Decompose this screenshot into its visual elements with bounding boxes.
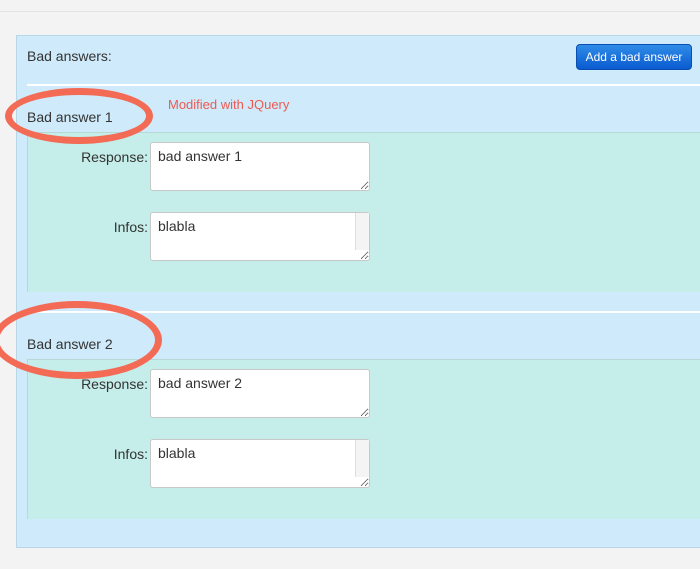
section-divider <box>27 84 700 86</box>
infos-scrollbar[interactable] <box>355 440 369 477</box>
bad-answer-2-response-input[interactable] <box>150 369 370 418</box>
response-label: Response: <box>81 149 148 165</box>
bad-answer-1-infos-input[interactable] <box>150 212 370 261</box>
bad-answer-1-response-input[interactable] <box>150 142 370 191</box>
bad-answer-1-fields: Response: Infos: <box>27 132 700 292</box>
infos-scrollbar[interactable] <box>355 213 369 250</box>
bad-answer-2-fields: Response: Infos: <box>27 359 700 519</box>
bad-answer-2-title: Bad answer 2 <box>27 336 113 352</box>
bad-answer-1-title: Bad answer 1 <box>27 109 113 125</box>
bad-answer-2-infos-input[interactable] <box>150 439 370 488</box>
response-label: Response: <box>81 376 148 392</box>
panel-title: Bad answers: <box>27 48 112 64</box>
modified-note: Modified with JQuery <box>168 97 290 112</box>
infos-label: Infos: <box>113 446 148 462</box>
section-divider <box>27 311 700 313</box>
top-divider <box>0 11 700 12</box>
add-bad-answer-button[interactable]: Add a bad answer <box>576 44 692 70</box>
bad-answers-panel: Bad answers: Add a bad answer Bad answer… <box>16 35 700 548</box>
infos-label: Infos: <box>113 219 148 235</box>
